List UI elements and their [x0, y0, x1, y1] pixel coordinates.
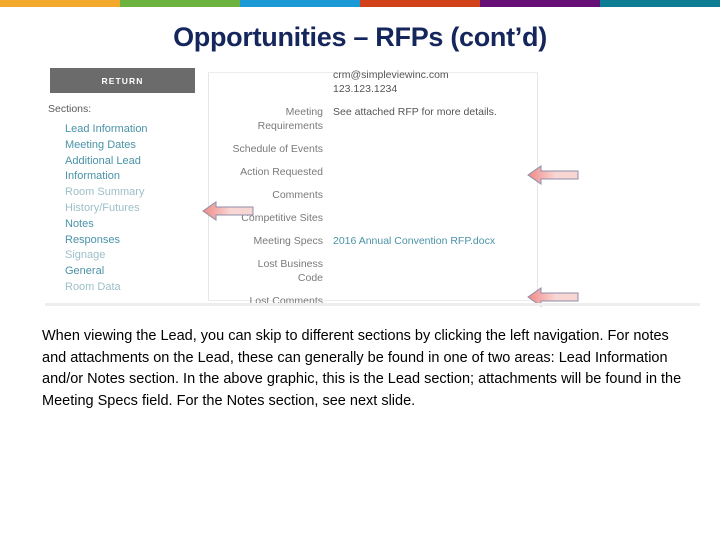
field-row: crm@simpleviewinc.com 123.123.1234: [215, 68, 695, 96]
sidebar-item[interactable]: Lead Information: [65, 122, 200, 138]
sidebar-nav-list: Lead Information Meeting Dates Additional …: [65, 122, 200, 296]
field-row: Meeting Specs 2016 Annual Convention RFP.…: [215, 234, 695, 248]
attachment-link[interactable]: 2016 Annual Convention RFP.docx: [333, 234, 495, 248]
top-bar-segment-green: [120, 0, 240, 7]
page-title: Opportunities – RFPs (cont’d): [173, 22, 547, 52]
top-bar-segment-red: [360, 0, 480, 7]
sidebar-item[interactable]: Responses: [65, 233, 200, 249]
arrow-meeting-requirements: [527, 165, 579, 185]
top-bar-segment-orange: [0, 0, 120, 7]
field-label: Meeting Specs: [253, 235, 323, 247]
body-paragraph: When viewing the Lead, you can skip to d…: [42, 328, 682, 409]
field-row: Meeting Requirements See attached RFP for…: [215, 105, 695, 133]
sidebar-item[interactable]: Additional Lead Information: [65, 154, 200, 186]
top-bar-segment-teal: [600, 0, 720, 7]
arrow-lead-information: [202, 201, 254, 221]
sidebar-item[interactable]: Notes: [65, 217, 200, 233]
field-label: Meeting Requirements: [257, 106, 323, 132]
field-label: Comments: [272, 189, 323, 201]
field-label: Action Requested: [240, 166, 323, 178]
sections-label: Sections:: [48, 103, 92, 115]
field-row: Schedule of Events: [215, 142, 695, 156]
return-button[interactable]: RETURN: [50, 68, 195, 93]
field-row: Lost Business Code: [215, 257, 695, 285]
top-bar-segment-blue: [240, 0, 360, 7]
sidebar-item[interactable]: General: [65, 264, 200, 280]
sidebar-item[interactable]: History/Futures: [65, 201, 200, 217]
field-value: See attached RFP for more details.: [333, 106, 497, 118]
top-bar-segment-purple: [480, 0, 600, 7]
field-row: Competitive Sites: [215, 211, 695, 225]
field-label: Schedule of Events: [232, 143, 323, 155]
top-color-bar: [0, 0, 720, 7]
sidebar-item[interactable]: Signage: [65, 248, 200, 264]
field-row: Comments: [215, 188, 695, 202]
screenshot-bottom-rule: [45, 303, 700, 306]
field-row: Action Requested: [215, 165, 695, 179]
field-label: Lost Business Code: [257, 258, 323, 284]
app-screenshot: RETURN Sections: Lead Information Meeting…: [45, 68, 700, 308]
sidebar-item[interactable]: Meeting Dates: [65, 138, 200, 154]
sidebar-item[interactable]: Room Summary: [65, 185, 200, 201]
sidebar: RETURN Sections: Lead Information Meeting…: [45, 68, 200, 296]
lead-detail-fields: crm@simpleviewinc.com 123.123.1234 Meetin…: [215, 68, 695, 317]
panel-left-divider: [208, 72, 209, 300]
sidebar-item[interactable]: Room Data: [65, 280, 200, 296]
field-value: crm@simpleviewinc.com 123.123.1234: [333, 69, 449, 95]
